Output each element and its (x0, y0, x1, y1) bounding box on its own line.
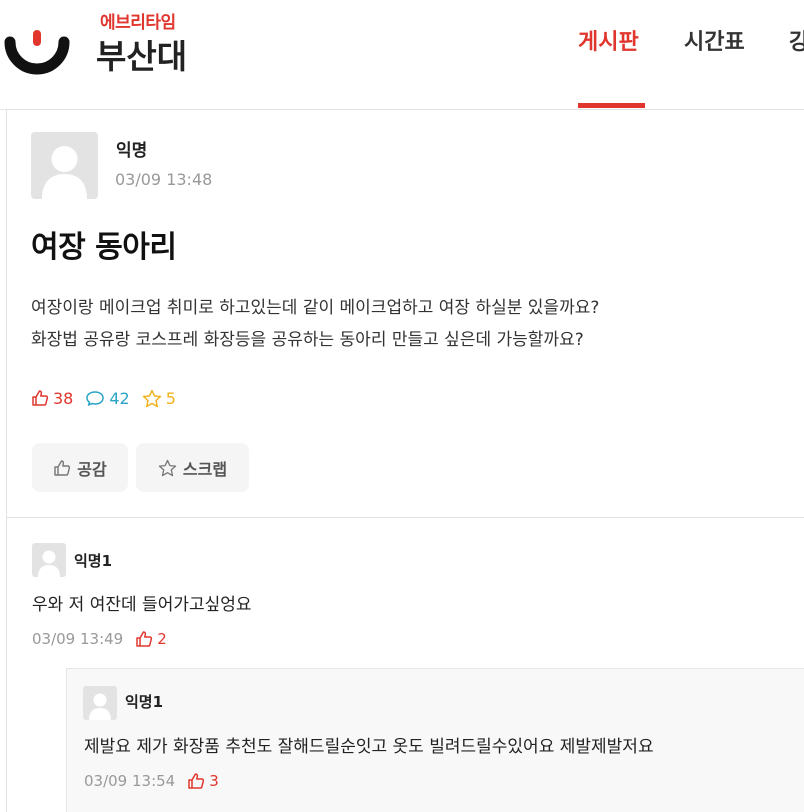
school-name[interactable]: 부산대 (96, 30, 187, 78)
thumbs-up-icon (188, 773, 205, 789)
scrap-button[interactable]: 스크랩 (136, 443, 249, 492)
comment-meta: 03/09 13:49 2 (32, 630, 167, 648)
scrap-count: 5 (142, 389, 176, 408)
star-icon (142, 389, 161, 407)
post-body-line: 화장법 공유랑 코스프레 화장등을 공유하는 동아리 만들고 싶은데 가능할까요… (31, 330, 584, 350)
like-count: 38 (31, 389, 73, 408)
scrap-button-label: 스크랩 (182, 459, 228, 479)
active-tab-indicator (578, 103, 645, 108)
nav-timetable[interactable]: 시간표 (684, 24, 745, 56)
scrap-count-value: 5 (165, 388, 176, 408)
comment-date: 03/09 13:54 (84, 772, 176, 790)
thumbs-up-icon (54, 459, 71, 476)
author-avatar (31, 132, 98, 199)
nav-lecture[interactable]: 강 (789, 24, 804, 56)
speech-bubble-icon (86, 391, 105, 406)
like-count-value: 38 (53, 388, 74, 408)
like-button-label: 공감 (77, 459, 107, 479)
comment-like-count: 3 (209, 772, 219, 790)
comment-author: 익명1 (125, 693, 164, 711)
post-body-line: 여장이랑 메이크업 취미로 하고있는데 같이 메이크업하고 여장 하실분 있을까… (31, 298, 600, 318)
top-header: 에브리타임 부산대 게시판 시간표 강 (0, 0, 804, 110)
anonymous-user-icon (89, 693, 111, 720)
like-button[interactable]: 공감 (32, 443, 128, 492)
comment-avatar (32, 543, 66, 577)
comment-text: 우와 저 여잔데 들어가고싶엉요 (32, 595, 252, 615)
everytime-logo-icon[interactable] (4, 22, 70, 76)
comment-list: 익명1 우와 저 여잔데 들어가고싶엉요 03/09 13:49 2 익명1 제… (6, 518, 804, 812)
thumbs-up-icon (32, 390, 49, 406)
reply-comment: 익명1 제발요 제가 화장품 추천도 잘해드릴순잇고 옷도 빌려드릴수있어요 제… (66, 668, 804, 812)
comment-author: 익명1 (74, 552, 113, 570)
comment-count: 42 (85, 388, 130, 408)
post-body: 여장이랑 메이크업 취미로 하고있는데 같이 메이크업하고 여장 하실분 있을까… (31, 292, 599, 356)
anonymous-user-icon (38, 550, 60, 577)
star-icon (158, 459, 177, 476)
comment-text: 제발요 제가 화장품 추천도 잘해드릴순잇고 옷도 빌려드릴수있어요 제발제발저… (84, 737, 654, 757)
anonymous-user-icon (42, 146, 87, 199)
comment-count-value: 42 (109, 388, 130, 408)
comment-like: 3 (187, 772, 219, 790)
comment-date: 03/09 13:49 (32, 630, 124, 648)
comment-like: 2 (135, 630, 167, 648)
thumbs-up-icon (136, 631, 153, 647)
post-title: 여장 동아리 (31, 230, 177, 265)
comment-meta: 03/09 13:54 3 (84, 772, 219, 790)
comment-like-count: 2 (157, 630, 167, 648)
post-author: 익명 (116, 141, 148, 161)
nav-board[interactable]: 게시판 (578, 24, 639, 56)
post-date: 03/09 13:48 (115, 170, 213, 189)
comment-avatar (83, 686, 117, 720)
post-article: 익명 03/09 13:48 여장 동아리 여장이랑 메이크업 취미로 하고있는… (6, 110, 804, 518)
post-stats: 38 42 5 (31, 386, 188, 410)
